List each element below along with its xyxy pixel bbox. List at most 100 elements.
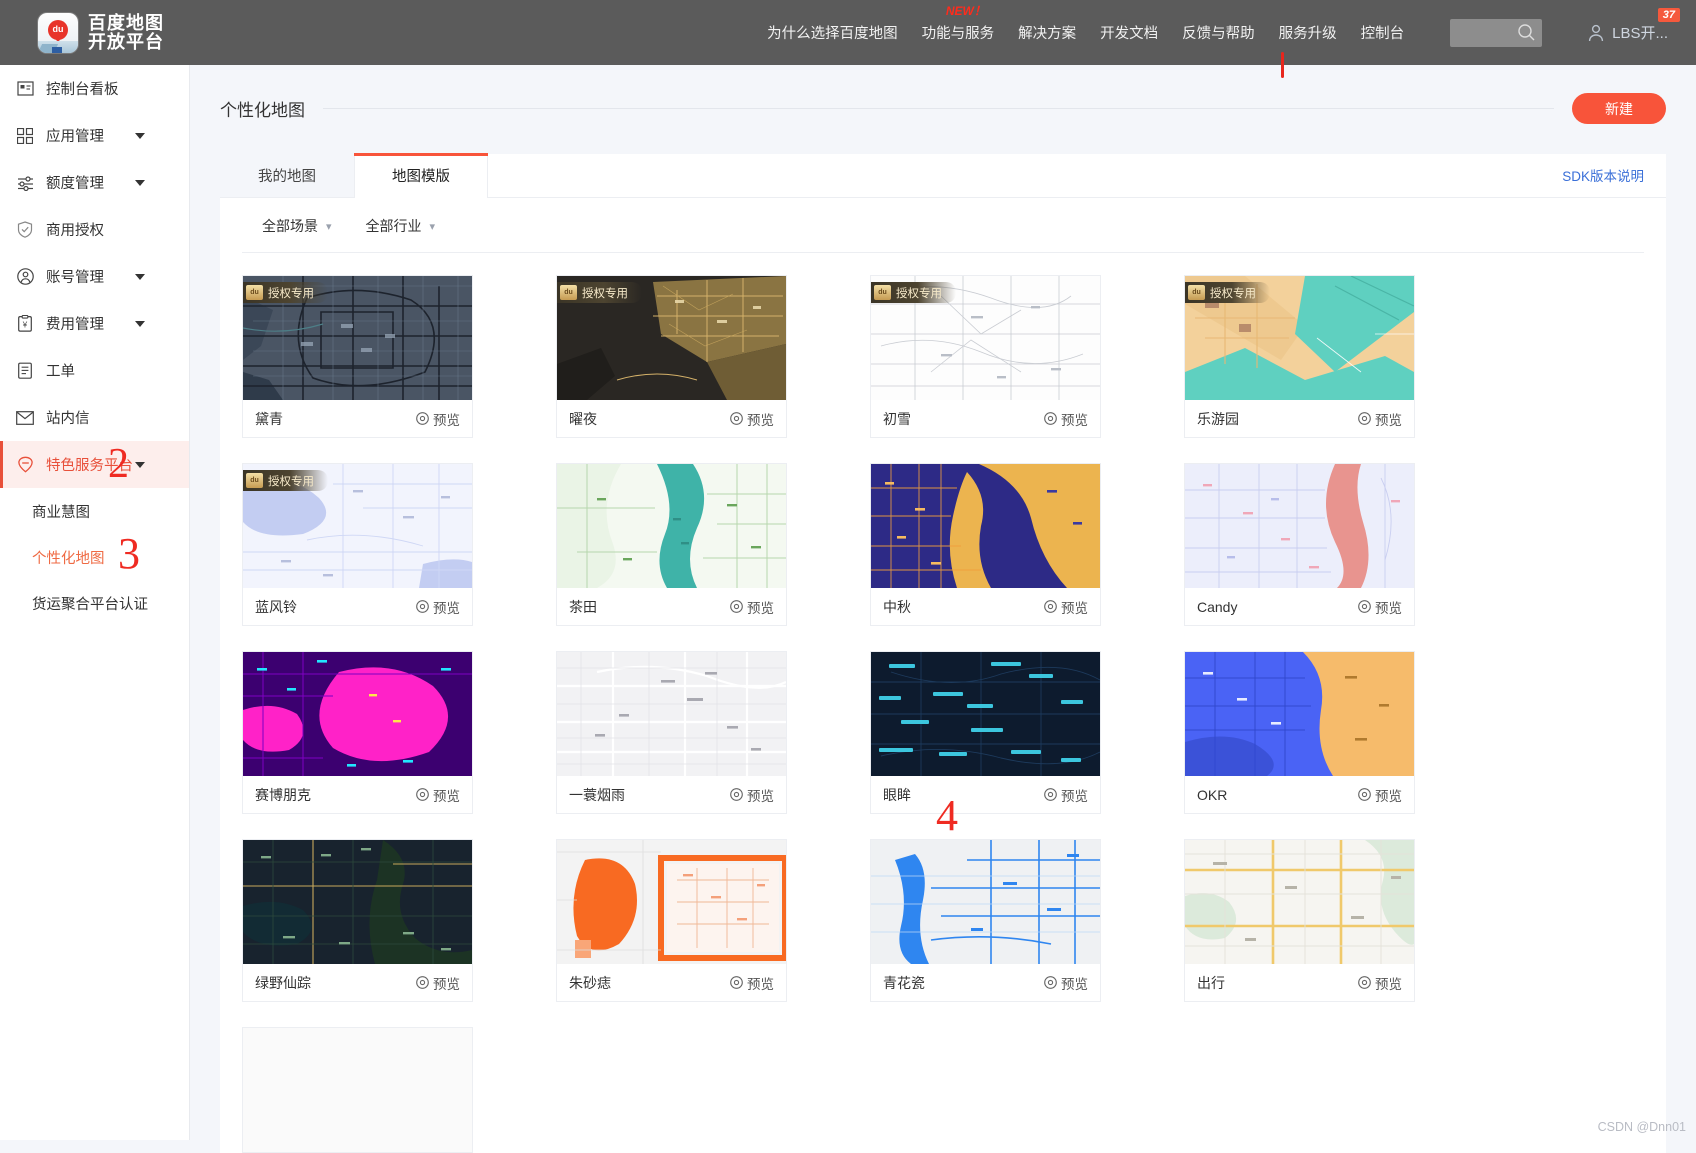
preview-button[interactable]: 预览 [1044, 597, 1088, 617]
map-thumbnail[interactable]: du 授权专用 [243, 276, 472, 400]
nav-item-why-baidu-map[interactable]: 为什么选择百度地图 [767, 22, 898, 43]
notification-badge[interactable]: 37 [1657, 8, 1680, 22]
tab-map-templates[interactable]: 地图模版 [354, 153, 488, 198]
preview-button[interactable]: 预览 [416, 597, 460, 617]
user-menu[interactable]: LBS开... 37 [1586, 8, 1680, 43]
card-footer: Candy 预览 [1185, 588, 1414, 625]
sidebar-subitem-custom-map[interactable]: 个性化地图 [0, 534, 189, 580]
crest-icon: du [246, 473, 263, 488]
nav-item-features-services-label: 功能与服务 [921, 26, 995, 42]
sidebar-item-app-management[interactable]: 应用管理 [0, 112, 189, 159]
template-name: OKR [1197, 786, 1228, 803]
template-card[interactable]: 一蓑烟雨 预览 [556, 651, 787, 814]
preview-button[interactable]: 预览 [730, 785, 774, 805]
nav-item-features-services[interactable]: NEW！ 功能与服务 [921, 4, 995, 43]
preview-button[interactable]: 预览 [1358, 785, 1402, 805]
preview-button[interactable]: 预览 [1358, 409, 1402, 429]
template-card[interactable]: du 授权专用 黛青 预览 [242, 275, 473, 438]
filter-scene[interactable]: 全部场景 ▾ [262, 216, 332, 236]
template-card[interactable]: 朱砂痣 预览 [556, 839, 787, 1002]
preview-button[interactable]: 预览 [416, 409, 460, 429]
template-card[interactable]: Candy 预览 [1184, 463, 1415, 626]
template-card[interactable]: 中秋 预览 [870, 463, 1101, 626]
page-title: 个性化地图 [220, 101, 305, 120]
nav-item-solutions[interactable]: 解决方案 [1018, 22, 1076, 43]
map-thumbnail[interactable] [557, 464, 786, 588]
tab-my-maps[interactable]: 我的地图 [220, 153, 354, 197]
sidebar-item-messages[interactable]: 站内信 [0, 394, 189, 441]
template-name: 赛博朋克 [255, 786, 311, 803]
preview-button[interactable]: 预览 [730, 597, 774, 617]
preview-button[interactable]: 预览 [1044, 409, 1088, 429]
map-thumbnail[interactable] [557, 840, 786, 964]
template-card[interactable]: 青花瓷 预览 [870, 839, 1101, 1002]
map-thumbnail[interactable] [1185, 464, 1414, 588]
map-thumbnail[interactable]: du 授权专用 [557, 276, 786, 400]
map-thumbnail[interactable] [871, 652, 1100, 776]
shield-check-icon [16, 221, 34, 239]
sdk-version-link[interactable]: SDK版本说明 [1562, 165, 1644, 185]
map-thumbnail[interactable]: du 授权专用 [1185, 276, 1414, 400]
preview-label: 预览 [1375, 600, 1402, 616]
sidebar-subitem-freight-platform-cert[interactable]: 货运聚合平台认证 [0, 580, 189, 626]
sidebar-item-dashboard[interactable]: 控制台看板 [0, 65, 189, 112]
template-card[interactable]: 出行 预览 [1184, 839, 1415, 1002]
user-circle-icon [16, 268, 34, 286]
preview-button[interactable]: 预览 [416, 785, 460, 805]
template-card[interactable]: du 授权专用 曜夜 预览 [556, 275, 787, 438]
preview-button[interactable]: 预览 [416, 973, 460, 993]
template-card[interactable] [242, 1027, 473, 1153]
template-card[interactable]: du 授权专用 初雪 预览 [870, 275, 1101, 438]
template-card[interactable]: 茶田 预览 [556, 463, 787, 626]
card-footer: 出行 预览 [1185, 964, 1414, 1001]
sidebar-item-featured-service-platform[interactable]: 特色服务平台 [0, 441, 189, 488]
nav-item-service-upgrade[interactable]: 服务升级 [1279, 22, 1337, 43]
template-card[interactable]: du 授权专用 乐游园 预览 [1184, 275, 1415, 438]
sidebar-item-commercial-license[interactable]: 商用授权 [0, 206, 189, 253]
filter-industry[interactable]: 全部行业 ▾ [366, 216, 436, 236]
chevron-down-icon[interactable] [135, 320, 145, 327]
template-card[interactable]: du 授权专用 蓝风铃 预览 [242, 463, 473, 626]
brand-logo[interactable]: du 百度地图 开放平台 [38, 12, 164, 53]
nav-item-console[interactable]: 控制台 [1361, 22, 1405, 43]
preview-button[interactable]: 预览 [1044, 973, 1088, 993]
template-card[interactable]: 绿野仙踪 预览 [242, 839, 473, 1002]
nav-item-feedback-help[interactable]: 反馈与帮助 [1182, 22, 1255, 43]
map-thumbnail[interactable] [1185, 652, 1414, 776]
tab-my-maps-label: 我的地图 [258, 168, 316, 185]
map-thumbnail[interactable] [871, 464, 1100, 588]
preview-button[interactable]: 预览 [730, 409, 774, 429]
preview-button[interactable]: 预览 [1358, 597, 1402, 617]
preview-button[interactable]: 预览 [730, 973, 774, 993]
chevron-down-icon[interactable] [135, 273, 145, 280]
map-thumbnail[interactable] [243, 840, 472, 964]
nav-item-dev-docs[interactable]: 开发文档 [1100, 22, 1158, 43]
template-card[interactable]: 眼眸 预览 [870, 651, 1101, 814]
map-thumbnail[interactable] [243, 652, 472, 776]
preview-button[interactable]: 预览 [1044, 785, 1088, 805]
template-name: 曜夜 [569, 410, 597, 427]
map-thumbnail[interactable] [557, 652, 786, 776]
template-card[interactable]: OKR 预览 [1184, 651, 1415, 814]
new-map-button[interactable]: 新建 [1572, 93, 1666, 124]
map-thumbnail[interactable]: du 授权专用 [243, 464, 472, 588]
card-footer: 眼眸 预览 [871, 776, 1100, 813]
template-card[interactable]: 赛博朋克 预览 [242, 651, 473, 814]
sidebar-item-billing-management[interactable]: ¥ 费用管理 [0, 300, 189, 347]
chevron-down-icon[interactable] [135, 132, 145, 139]
sidebar-subitem-business-insight[interactable]: 商业慧图 [0, 488, 189, 534]
map-thumbnail[interactable] [243, 1028, 472, 1152]
sidebar-item-account-management[interactable]: 账号管理 [0, 253, 189, 300]
sidebar-item-tickets[interactable]: 工单 [0, 347, 189, 394]
sidebar-item-quota-management[interactable]: 额度管理 [0, 159, 189, 206]
preview-button[interactable]: 预览 [1358, 973, 1402, 993]
map-thumbnail[interactable] [871, 840, 1100, 964]
chevron-down-icon[interactable] [135, 461, 145, 468]
map-thumbnail[interactable] [1185, 840, 1414, 964]
template-name: 初雪 [883, 410, 911, 427]
search-input[interactable] [1450, 18, 1543, 47]
preview-label: 预览 [1375, 412, 1402, 428]
preview-label: 预览 [433, 976, 460, 992]
map-thumbnail[interactable]: du 授权专用 [871, 276, 1100, 400]
chevron-down-icon[interactable] [135, 179, 145, 186]
